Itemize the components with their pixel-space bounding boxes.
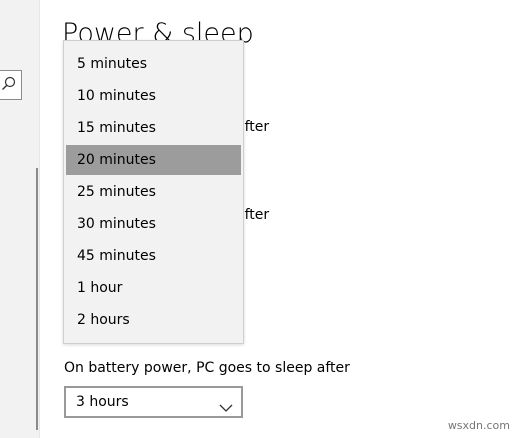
search-icon[interactable] (1, 76, 17, 92)
scrollbar[interactable] (36, 168, 38, 430)
search-input[interactable] (0, 70, 22, 100)
menu-item-45-minutes[interactable]: 45 minutes (66, 241, 241, 271)
dropdown-value: 3 hours (76, 394, 129, 410)
watermark: wsxdn.com (447, 419, 510, 432)
battery-sleep-dropdown[interactable]: 3 hours (64, 386, 243, 418)
dropdown-menu: 5 minutes 10 minutes 15 minutes 20 minut… (63, 40, 244, 344)
menu-item-10-minutes[interactable]: 10 minutes (66, 81, 241, 111)
battery-sleep-label: On battery power, PC goes to sleep after (64, 360, 350, 376)
menu-item-20-minutes[interactable]: 20 minutes (66, 145, 241, 175)
menu-item-30-minutes[interactable]: 30 minutes (66, 209, 241, 239)
menu-item-5-minutes[interactable]: 5 minutes (66, 49, 241, 79)
sidebar (0, 0, 39, 438)
sidebar-divider (39, 0, 40, 438)
menu-item-1-hour[interactable]: 1 hour (66, 273, 241, 303)
chevron-down-icon (219, 398, 233, 412)
menu-item-2-hours[interactable]: 2 hours (66, 305, 241, 335)
menu-item-15-minutes[interactable]: 15 minutes (66, 113, 241, 143)
menu-item-25-minutes[interactable]: 25 minutes (66, 177, 241, 207)
